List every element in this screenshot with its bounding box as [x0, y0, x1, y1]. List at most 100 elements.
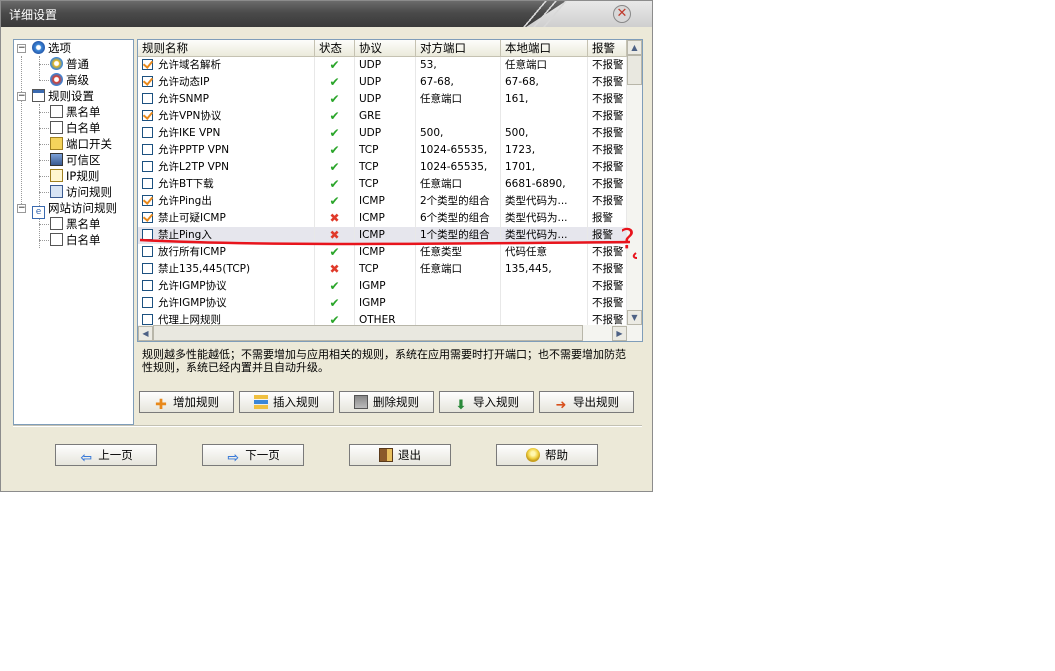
rule-protocol-cell: IGMP — [355, 295, 416, 312]
rule-status-cell: ✔ — [315, 57, 355, 74]
rule-enable-checkbox[interactable] — [142, 229, 153, 240]
tree-node-port-switch[interactable]: 端口开关 — [50, 137, 112, 152]
column-header-protocol[interactable]: 协议 — [355, 40, 416, 56]
rule-protocol-cell: TCP — [355, 261, 416, 278]
title-bar[interactable]: 详细设置 ✕ — [1, 1, 652, 27]
rule-enable-checkbox[interactable] — [142, 195, 153, 206]
rule-name-cell: 允许PPTP VPN — [138, 142, 315, 159]
rule-enable-checkbox[interactable] — [142, 93, 153, 104]
table-row[interactable]: 允许IGMP协议 ✔ IGMP 不报警 — [138, 295, 627, 312]
collapse-options-toggle[interactable]: − — [17, 44, 26, 53]
rule-enable-checkbox[interactable] — [142, 127, 153, 138]
tree-label: 白名单 — [66, 233, 101, 247]
tree-node-web-blacklist[interactable]: 黑名单 — [50, 217, 101, 232]
table-row[interactable]: 禁止可疑ICMP ✖ ICMP 6个类型的组合 类型代码为... 报警 — [138, 210, 627, 227]
grid-horizontal-scrollbar[interactable]: ◀ ▶ — [138, 325, 642, 341]
table-row[interactable]: 允许PPTP VPN ✔ TCP 1024-65535, 1723, 不报警 — [138, 142, 627, 159]
column-header-alarm[interactable]: 报警 — [588, 40, 627, 56]
rule-enable-checkbox[interactable] — [142, 76, 153, 87]
table-row[interactable]: 允许IKE VPN ✔ UDP 500, 500, 不报警 — [138, 125, 627, 142]
table-row[interactable]: 允许域名解析 ✔ UDP 53, 任意端口 不报警 — [138, 57, 627, 74]
rule-remote-cell: 任意端口 — [416, 91, 501, 108]
grid-vertical-scrollbar[interactable]: ▲ ▼ — [627, 40, 642, 325]
rule-enable-checkbox[interactable] — [142, 161, 153, 172]
tree-label: 网站访问规则 — [48, 201, 117, 215]
tree-line — [39, 240, 49, 241]
rule-enable-checkbox[interactable] — [142, 178, 153, 189]
tree-node-access-rules[interactable]: 访问规则 — [50, 185, 112, 200]
help-button[interactable]: 帮助 — [496, 444, 598, 466]
collapse-rules-toggle[interactable]: − — [17, 92, 26, 101]
rule-enable-checkbox[interactable] — [142, 263, 153, 274]
allow-check-icon: ✔ — [329, 109, 340, 123]
table-row[interactable]: 允许动态IP ✔ UDP 67-68, 67-68, 不报警 — [138, 74, 627, 91]
tree-node-options[interactable]: 选项 — [32, 41, 71, 56]
allow-check-icon: ✔ — [329, 177, 340, 191]
previous-page-button[interactable]: ⇦ 上一页 — [55, 444, 157, 466]
tree-label: IP规则 — [66, 169, 100, 183]
rule-name-cell: 允许域名解析 — [138, 57, 315, 74]
export-rule-button[interactable]: ➜ 导出规则 — [539, 391, 634, 413]
rule-local-cell: 6681-6890, — [501, 176, 588, 193]
window-icon — [32, 89, 45, 102]
tree-node-blacklist[interactable]: 黑名单 — [50, 105, 101, 120]
tree-label: 端口开关 — [66, 137, 112, 151]
column-header-remote-port[interactable]: 对方端口 — [416, 40, 501, 56]
rule-name: 禁止可疑ICMP — [158, 212, 226, 224]
next-page-button[interactable]: ⇨ 下一页 — [202, 444, 304, 466]
scroll-up-button[interactable]: ▲ — [627, 40, 642, 55]
rule-status-cell: ✔ — [315, 176, 355, 193]
scroll-down-button[interactable]: ▼ — [627, 310, 642, 325]
table-row[interactable]: 允许Ping出 ✔ ICMP 2个类型的组合 类型代码为... 不报警 — [138, 193, 627, 210]
rule-enable-checkbox[interactable] — [142, 110, 153, 121]
close-button[interactable]: ✕ — [613, 5, 631, 23]
rule-enable-checkbox[interactable] — [142, 144, 153, 155]
scroll-right-button[interactable]: ▶ — [612, 326, 627, 341]
button-label: 插入规则 — [273, 395, 319, 409]
tree-node-advanced[interactable]: 高级 — [50, 73, 89, 88]
ip-icon — [50, 169, 63, 182]
tree-node-ip-rules[interactable]: IP规则 — [50, 169, 99, 184]
horizontal-scroll-thumb[interactable] — [153, 325, 583, 341]
import-rule-button[interactable]: ⬇ 导入规则 — [439, 391, 534, 413]
tree-line — [39, 224, 49, 225]
tree-node-whitelist[interactable]: 白名单 — [50, 121, 101, 136]
tree-line — [39, 112, 49, 113]
column-header-local-port[interactable]: 本地端口 — [501, 40, 588, 56]
table-row[interactable]: 允许L2TP VPN ✔ TCP 1024-65535, 1701, 不报警 — [138, 159, 627, 176]
rule-enable-checkbox[interactable] — [142, 212, 153, 223]
browser-icon: e — [32, 206, 45, 219]
vertical-scroll-thumb[interactable] — [627, 55, 642, 85]
rule-enable-checkbox[interactable] — [142, 280, 153, 291]
tree-node-general[interactable]: 普通 — [50, 57, 89, 72]
tree-node-trusted-zone[interactable]: 可信区 — [50, 153, 101, 168]
table-row[interactable]: 允许VPN协议 ✔ GRE 不报警 — [138, 108, 627, 125]
tree-node-web-whitelist[interactable]: 白名单 — [50, 233, 101, 248]
delete-rule-button[interactable]: 删除规则 — [339, 391, 434, 413]
rule-alarm-cell: 不报警 — [588, 91, 627, 108]
tree-node-web-access-rules[interactable]: e 网站访问规则 — [32, 201, 117, 219]
column-header-rule-name[interactable]: 规则名称 — [138, 40, 315, 56]
document-icon — [50, 105, 63, 118]
table-row[interactable]: 允许SNMP ✔ UDP 任意端口 161, 不报警 — [138, 91, 627, 108]
gear-icon — [50, 57, 63, 70]
tree-node-rule-settings[interactable]: 规则设置 — [32, 89, 94, 104]
rule-name-cell: 允许L2TP VPN — [138, 159, 315, 176]
rule-enable-checkbox[interactable] — [142, 314, 153, 325]
rule-enable-checkbox[interactable] — [142, 246, 153, 257]
rule-enable-checkbox[interactable] — [142, 297, 153, 308]
table-row[interactable]: 允许IGMP协议 ✔ IGMP 不报警 — [138, 278, 627, 295]
table-row[interactable]: 放行所有ICMP ✔ ICMP 任意类型 代码任意 不报警 — [138, 244, 627, 261]
insert-rule-button[interactable]: 插入规则 — [239, 391, 334, 413]
rule-enable-checkbox[interactable] — [142, 59, 153, 70]
table-row[interactable]: 允许BT下载 ✔ TCP 任意端口 6681-6890, 不报警 — [138, 176, 627, 193]
table-row[interactable]: 禁止135,445(TCP) ✖ TCP 任意端口 135,445, 不报警 — [138, 261, 627, 278]
collapse-web-rules-toggle[interactable]: − — [17, 204, 26, 213]
tree-line — [39, 80, 49, 81]
add-rule-button[interactable]: ✚ 增加规则 — [139, 391, 234, 413]
table-row[interactable]: 禁止Ping入 ✖ ICMP 1个类型的组合 类型代码为... 报警 — [138, 227, 627, 244]
exit-button[interactable]: 退出 — [349, 444, 451, 466]
column-header-status[interactable]: 状态 — [315, 40, 355, 56]
scroll-left-button[interactable]: ◀ — [138, 326, 153, 341]
grid-header: 规则名称 状态 协议 对方端口 本地端口 报警 — [138, 40, 642, 57]
